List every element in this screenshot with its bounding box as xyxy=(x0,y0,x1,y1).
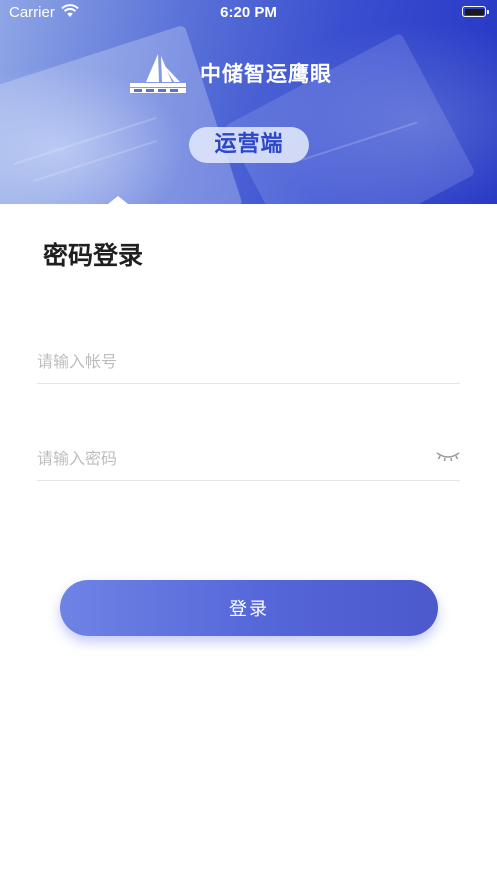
role-badge: 运营端 xyxy=(189,127,309,163)
password-input[interactable] xyxy=(37,438,417,478)
header-banner: Carrier 6:20 PM 中储智运鹰眼 运营端 xyxy=(0,0,497,204)
battery-cap xyxy=(487,10,489,14)
form-title: 密码登录 xyxy=(43,241,144,270)
login-screen: Carrier 6:20 PM 中储智运鹰眼 运营端 密码登录 请输入帐号 登录 xyxy=(0,0,497,883)
account-field xyxy=(37,341,460,384)
battery-icon xyxy=(462,6,486,17)
account-input[interactable] xyxy=(37,341,417,381)
eye-closed-icon[interactable] xyxy=(436,448,460,462)
clock: 6:20 PM xyxy=(220,4,277,21)
banner-notch xyxy=(108,196,128,204)
cmst-logo xyxy=(130,54,186,93)
login-button[interactable]: 登录 xyxy=(60,580,438,636)
brand-name: 中储智运鹰眼 xyxy=(200,62,332,86)
password-field xyxy=(37,438,460,481)
status-bar: Carrier 6:20 PM xyxy=(0,0,497,26)
brand: 中储智运鹰眼 xyxy=(128,52,332,94)
